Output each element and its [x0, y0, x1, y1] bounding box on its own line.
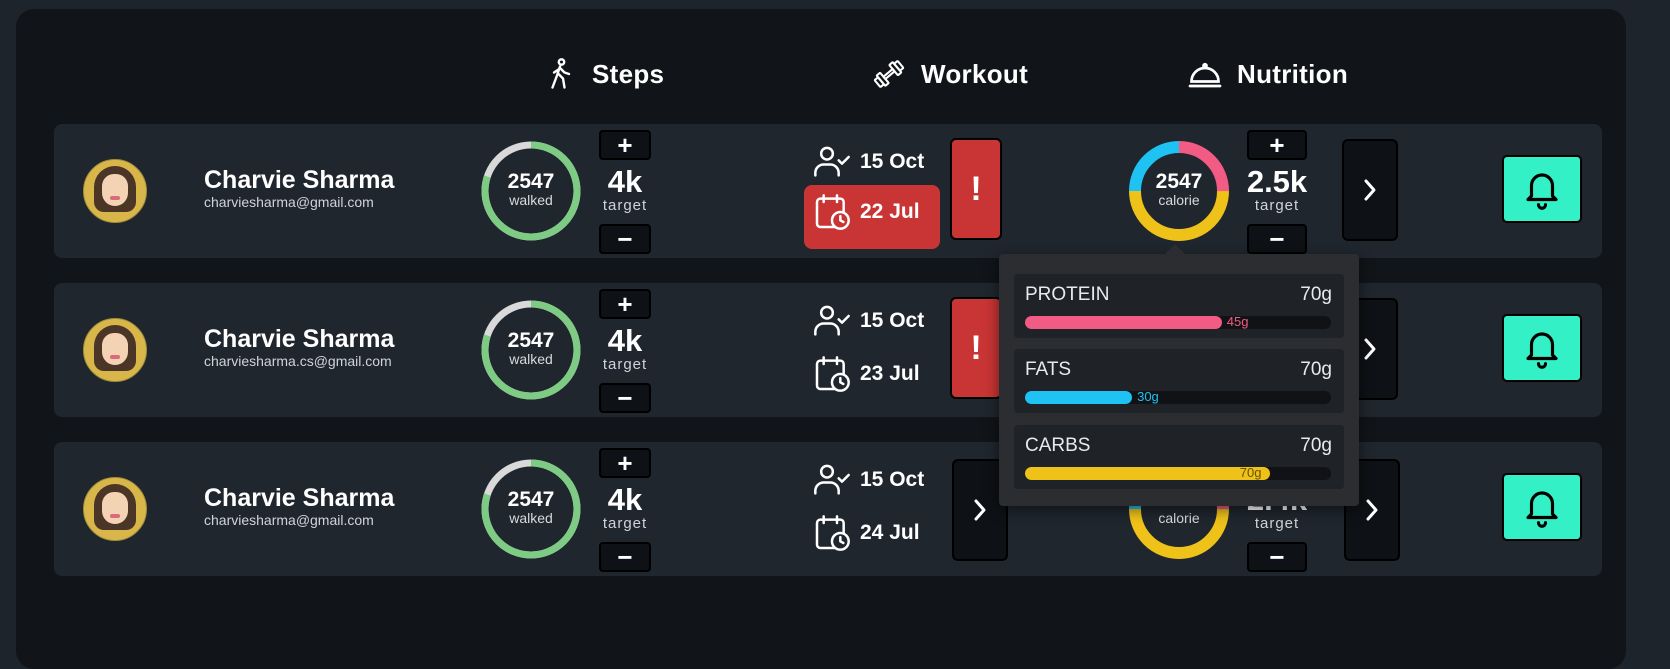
steps-walked-label: walked — [509, 510, 553, 526]
last-workout: 15 Oct — [812, 142, 924, 182]
client-name: Charvie Sharma — [204, 325, 395, 353]
macro-progress-track — [1025, 316, 1331, 329]
macro-progress-track — [1025, 467, 1331, 480]
steps-decrease-button[interactable]: − — [599, 542, 651, 572]
bell-icon — [1526, 173, 1558, 210]
client-row: Charvie Sharma charviesharma.cs@gmail.co… — [54, 283, 1602, 417]
workout-alert-button[interactable]: ! — [950, 138, 1002, 240]
steps-walked-value: 2547 — [507, 170, 555, 193]
walking-icon — [551, 58, 571, 89]
macro-progress-track — [1025, 391, 1331, 404]
calorie-decrease-button[interactable]: − — [1247, 542, 1307, 572]
steps-walked-label: walked — [509, 351, 553, 367]
next-workout[interactable]: 24 Jul — [812, 513, 920, 553]
chevron-right-icon — [1364, 179, 1376, 201]
last-workout-date: 15 Oct — [860, 309, 925, 332]
macro-carbs: CARBS 70g 70g — [1014, 425, 1344, 489]
client-email: charviesharma.cs@gmail.com — [204, 353, 392, 369]
chevron-right-icon — [1364, 338, 1376, 360]
calendar-clock-icon — [815, 194, 850, 230]
macro-goal: 70g — [1300, 435, 1332, 456]
macro-progress-fill — [1025, 316, 1222, 329]
steps-walked-value: 2547 — [507, 329, 555, 352]
macro-amount: 30g — [1137, 389, 1159, 404]
steps-target-label: target — [602, 356, 648, 373]
chevron-right-icon — [974, 499, 986, 521]
client-email: charviesharma@gmail.com — [204, 512, 374, 528]
notify-button[interactable] — [1502, 314, 1582, 382]
client-email: charviesharma@gmail.com — [204, 194, 374, 210]
food-cloche-icon — [1188, 62, 1222, 88]
calorie-target-label: target — [1254, 197, 1300, 214]
macro-amount: 45g — [1226, 314, 1249, 329]
steps-increase-button[interactable]: + — [599, 448, 651, 478]
macro-name: CARBS — [1025, 435, 1091, 456]
macro-amount: 70g — [1239, 465, 1262, 480]
user-check-icon — [814, 305, 850, 336]
steps-target-value: 4k — [607, 482, 643, 517]
last-workout: 15 Oct — [812, 301, 924, 341]
macro-name: PROTEIN — [1025, 284, 1110, 305]
last-workout: 15 Oct — [812, 460, 924, 500]
nutrition-header-label: Nutrition — [1237, 58, 1349, 89]
notify-button[interactable] — [1502, 155, 1582, 223]
next-workout-date: 23 Jul — [860, 362, 920, 385]
calorie-increase-button[interactable]: + — [1247, 130, 1307, 160]
steps-decrease-button[interactable]: − — [599, 224, 651, 254]
next-workout-date: 22 Jul — [860, 200, 920, 223]
avatar — [83, 477, 147, 541]
calorie-decrease-button[interactable]: − — [1247, 224, 1307, 254]
calorie-target-label: target — [1254, 515, 1300, 532]
calorie-label: calorie — [1158, 510, 1200, 526]
calorie-target-value: 2.5k — [1246, 164, 1308, 199]
last-workout-date: 15 Oct — [860, 150, 925, 173]
workout-alert-button[interactable]: ! — [950, 297, 1002, 399]
workout-header-label: Workout — [921, 58, 1029, 89]
macro-progress-fill — [1025, 467, 1270, 480]
nutrition-header: Nutrition — [1187, 52, 1348, 96]
next-workout[interactable]: 23 Jul — [812, 354, 920, 394]
popover-caret — [1164, 244, 1186, 255]
nutrition-breakdown-popover: PROTEIN 70g 45g FATS 70g 30g CARBS 70g 7… — [999, 244, 1359, 506]
calendar-clock-icon — [815, 515, 850, 551]
steps-decrease-button[interactable]: − — [599, 383, 651, 413]
expand-row-button[interactable] — [1342, 139, 1398, 241]
client-name: Charvie Sharma — [204, 166, 395, 194]
steps-walked-value: 2547 — [507, 488, 555, 511]
macro-progress-fill — [1025, 391, 1133, 404]
steps-increase-button[interactable]: + — [599, 130, 651, 160]
macro-goal: 70g — [1300, 284, 1332, 305]
notify-button[interactable] — [1502, 473, 1582, 541]
client-row: Charvie Sharma charviesharma@gmail.com 2… — [54, 442, 1602, 576]
calendar-clock-icon — [815, 356, 850, 392]
steps-target-label: target — [602, 197, 648, 214]
client-row: Charvie Sharma charviesharma@gmail.com 2… — [54, 124, 1602, 258]
last-workout-date: 15 Oct — [860, 468, 925, 491]
steps-increase-button[interactable]: + — [599, 289, 651, 319]
steps-header: Steps — [542, 52, 664, 96]
calorie-label: calorie — [1158, 192, 1200, 208]
macro-name: FATS — [1025, 359, 1072, 380]
macro-fats: FATS 70g 30g — [1014, 349, 1344, 413]
user-check-icon — [814, 146, 850, 177]
bell-icon — [1526, 332, 1558, 369]
steps-target-value: 4k — [607, 323, 643, 358]
avatar — [83, 159, 147, 223]
steps-walked-label: walked — [509, 192, 553, 208]
bell-icon — [1526, 491, 1558, 528]
chevron-right-icon — [1366, 499, 1378, 521]
dumbbell-icon — [873, 60, 905, 88]
next-workout[interactable]: 22 Jul — [812, 192, 920, 232]
avatar — [83, 318, 147, 382]
calorie-value: 2547 — [1155, 170, 1203, 193]
steps-target-label: target — [602, 515, 648, 532]
workout-header: Workout — [871, 52, 1028, 96]
next-workout-date: 24 Jul — [860, 521, 920, 544]
steps-target-value: 4k — [607, 164, 643, 199]
user-check-icon — [814, 464, 850, 495]
steps-header-label: Steps — [592, 58, 665, 89]
macro-protein: PROTEIN 70g 45g — [1014, 274, 1344, 338]
macro-goal: 70g — [1300, 359, 1332, 380]
client-name: Charvie Sharma — [204, 484, 395, 512]
